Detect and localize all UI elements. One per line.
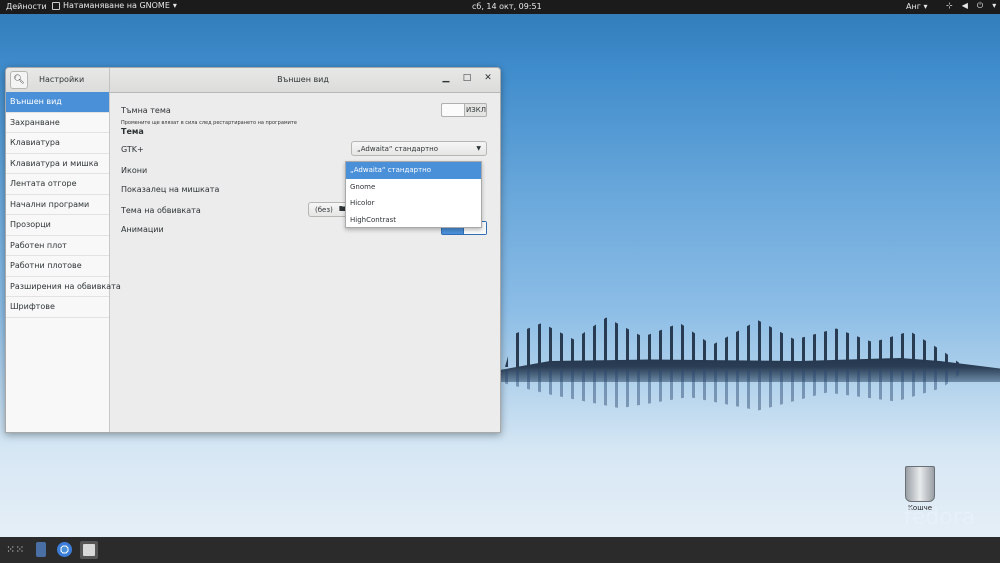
theme-section-header: Тема (121, 127, 144, 136)
app-menu-label: Натаманяване на GNOME (63, 1, 170, 10)
dark-theme-label: Тъмна тема (121, 106, 171, 115)
menu-item-highcontrast[interactable]: HighContrast (346, 212, 481, 229)
close-icon: ✕ (484, 73, 492, 83)
sidebar-item-top-bar[interactable]: Лентата отгоре (6, 174, 109, 195)
switch-knob (442, 104, 465, 116)
tweaks-app-icon (52, 1, 60, 10)
dash: ⁙⁙ (0, 537, 1000, 563)
sidebar-item-keyboard-mouse[interactable]: Клавиатура и мишка (6, 154, 109, 174)
sidebar-item-windows[interactable]: Прозорци (6, 215, 109, 236)
sidebar-item-keyboard[interactable]: Клавиатура (6, 133, 109, 154)
shell-theme-label: Тема на обвивката (121, 206, 201, 215)
tweaks-window: 🔍︎ Настройки Външен вид ▁ □ ✕ Външен вид… (5, 67, 501, 433)
sidebar-item-extensions[interactable]: Разширения на обвивката (6, 277, 121, 297)
power-icon: ⏻ (976, 1, 984, 10)
menu-item-gnome[interactable]: Gnome (346, 179, 481, 196)
apps-grid-icon: ⁙⁙ (6, 543, 25, 556)
maximize-icon: □ (462, 73, 472, 83)
activities-button[interactable]: Дейности (6, 2, 47, 11)
icons-label: Икони (121, 166, 148, 175)
chevron-down-icon: ▾ (992, 1, 997, 10)
dark-theme-note: Промените ще влязат в сила след рестарти… (121, 120, 297, 126)
chevron-down-icon: ▼ (476, 145, 481, 152)
files-launcher[interactable] (32, 541, 50, 559)
sidebar-item-fonts[interactable]: Шрифтове (6, 297, 109, 318)
water-reflection (505, 370, 965, 411)
sidebar: Външен вид Захранване Клавиатура Клавиат… (6, 92, 121, 432)
sidebar-item-startup-apps[interactable]: Начални програми (6, 195, 109, 215)
page-title: Външен вид (277, 75, 329, 84)
tweaks-icon (83, 544, 95, 556)
animations-label: Анимации (121, 225, 164, 234)
network-icon: ⊹ (946, 1, 953, 10)
gtk-theme-value: „Adwaita“ стандартно (357, 145, 439, 153)
sidebar-item-desktop[interactable]: Работен плот (6, 236, 109, 256)
browser-launcher[interactable] (55, 541, 73, 559)
trash-icon (905, 466, 935, 502)
sidebar-item-workspaces[interactable]: Работни плотове (6, 256, 109, 277)
language-label: Анг (906, 2, 921, 11)
search-icon: 🔍︎ (13, 75, 25, 85)
fedora-logo: fedora (904, 505, 976, 530)
sidebar-item-power[interactable]: Захранване (6, 113, 109, 133)
system-tray[interactable]: ⊹ ◀ ⏻ ▾ (946, 1, 996, 11)
gtk-theme-dropdown-menu: „Adwaita“ стандартно Gnome Hicolor HighC… (345, 161, 482, 228)
chevron-down-icon: ▾ (172, 1, 177, 10)
clock[interactable]: сб, 14 окт, 09:51 (472, 2, 542, 11)
switch-state-label: ИЗКЛ (466, 106, 486, 114)
dark-theme-switch[interactable]: ИЗКЛ (441, 103, 487, 117)
minimize-button[interactable]: ▁ (441, 74, 451, 83)
tweaks-launcher[interactable] (80, 541, 98, 559)
header-bar: 🔍︎ Настройки Външен вид ▁ □ ✕ (6, 68, 500, 93)
volume-icon: ◀ (961, 1, 968, 10)
minimize-icon: ▁ (442, 73, 450, 83)
search-button[interactable]: 🔍︎ (10, 71, 28, 89)
shell-theme-value: (без) (315, 206, 333, 214)
sidebar-item-appearance[interactable]: Външен вид (6, 92, 109, 113)
top-bar: Дейности Натаманяване на GNOME ▾ сб, 14 … (0, 0, 1000, 14)
app-menu[interactable]: Натаманяване на GNOME ▾ (52, 1, 177, 10)
cursor-label: Показалец на мишката (121, 185, 220, 194)
menu-item-adwaita[interactable]: „Adwaita“ стандартно (346, 162, 481, 179)
gtk-label: GTK+ (121, 145, 144, 154)
maximize-button[interactable]: □ (462, 74, 472, 83)
close-button[interactable]: ✕ (483, 74, 493, 83)
files-icon (36, 542, 46, 557)
language-indicator[interactable]: Анг ▾ (906, 2, 927, 11)
chromium-icon (56, 542, 72, 557)
menu-item-hicolor[interactable]: Hicolor (346, 195, 481, 212)
appearance-panel: Тъмна тема Промените ще влязат в сила сл… (110, 92, 500, 432)
show-apps-button[interactable]: ⁙⁙ (6, 541, 24, 559)
gtk-theme-select[interactable]: „Adwaita“ стандартно ▼ (351, 141, 487, 156)
sidebar-title: Настройки (39, 75, 85, 84)
